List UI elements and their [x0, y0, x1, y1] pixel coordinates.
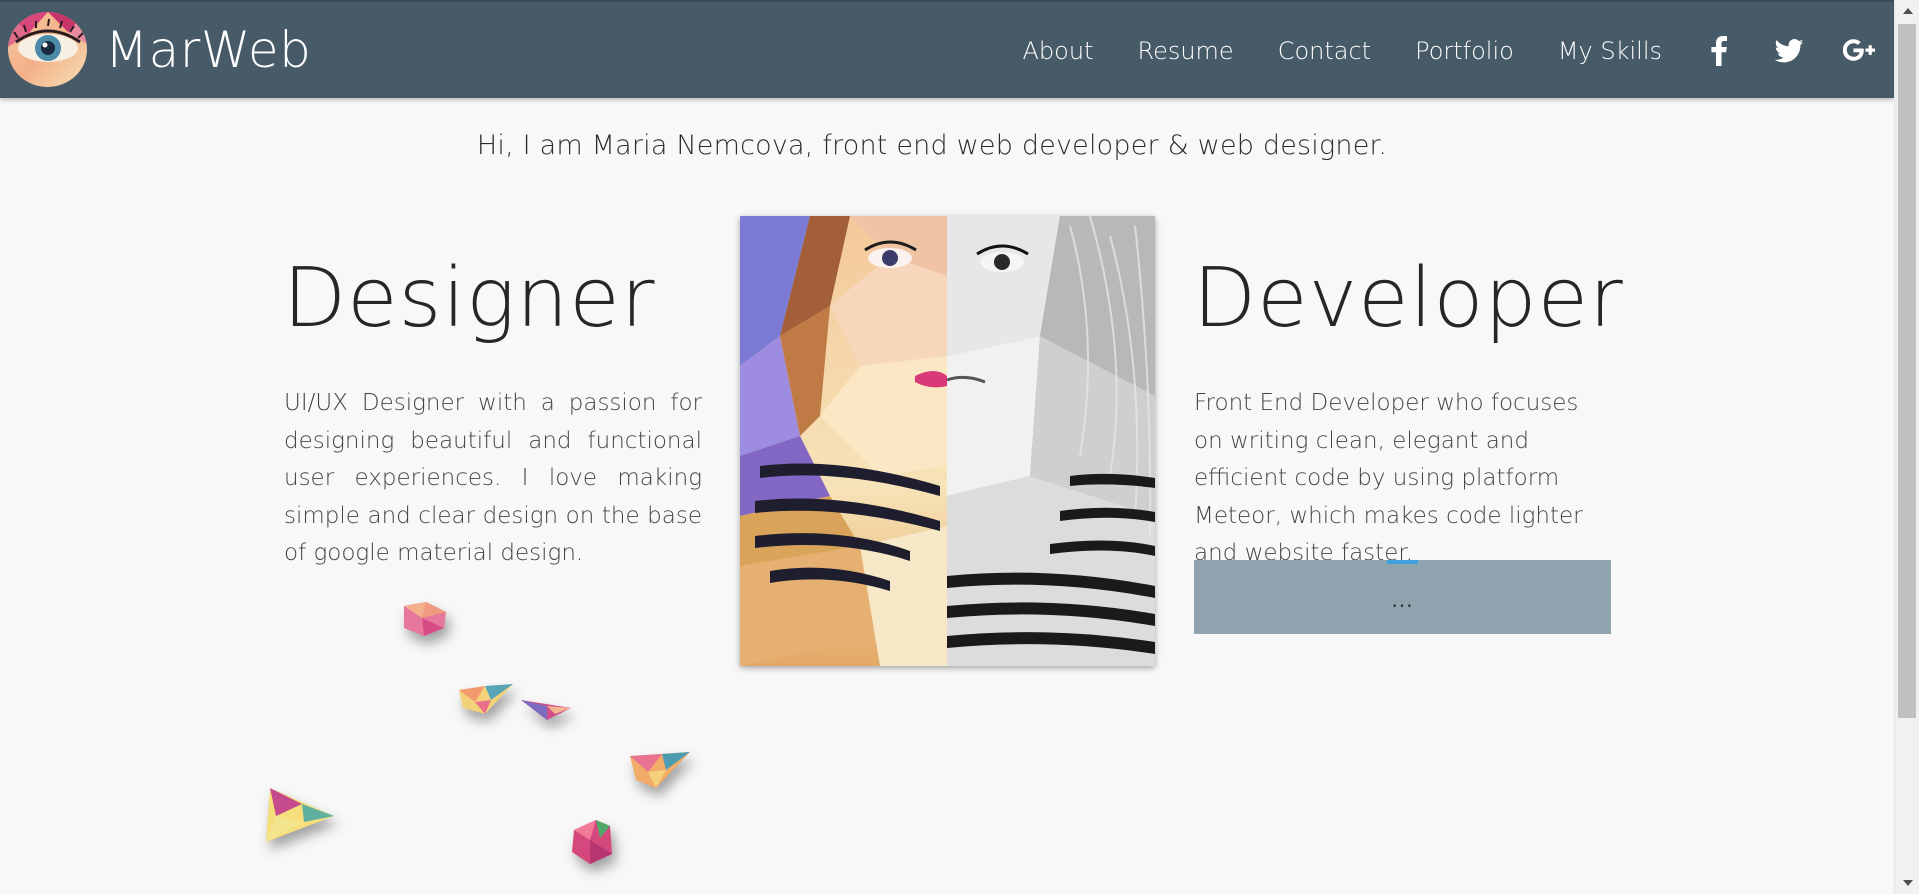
page: MarWeb About Resume Contact Portfolio My…	[0, 0, 1919, 894]
loading-indicator	[1387, 560, 1418, 564]
decorative-shard-5	[262, 786, 338, 848]
scroll-up-arrow-icon[interactable]	[1895, 0, 1919, 22]
decorative-shard-4	[626, 748, 694, 794]
logo[interactable]: MarWeb	[8, 12, 311, 87]
main-nav: About Resume Contact Portfolio My Skills	[1001, 2, 1895, 100]
decorative-shard-6	[568, 816, 618, 868]
brand-name: MarWeb	[105, 20, 312, 79]
designer-heading: Designer	[283, 251, 656, 346]
google-plus-link[interactable]	[1834, 2, 1884, 100]
profile-portrait-image	[740, 216, 1155, 666]
loading-text: ...	[1391, 588, 1414, 612]
nav-portfolio[interactable]: Portfolio	[1415, 37, 1514, 65]
twitter-link[interactable]	[1764, 2, 1814, 100]
decorative-shard-1	[396, 600, 452, 640]
scroll-down-arrow-icon[interactable]	[1895, 872, 1919, 894]
nav-contact[interactable]: Contact	[1278, 37, 1371, 65]
designer-description: UI/UX Designer with a passion for design…	[284, 390, 702, 566]
facebook-link[interactable]	[1694, 2, 1744, 100]
eye-logo-icon	[8, 12, 87, 87]
google-plus-icon	[1843, 39, 1875, 61]
decorative-shard-2	[455, 680, 519, 720]
developer-heading: Developer	[1193, 251, 1624, 346]
twitter-icon	[1774, 39, 1804, 63]
loading-panel[interactable]: ...	[1194, 560, 1611, 634]
nav-my-skills[interactable]: My Skills	[1558, 37, 1662, 65]
intro-text: Hi, I am Maria Nemcova, front end web de…	[476, 130, 1388, 161]
decorative-shard-3	[519, 696, 577, 726]
developer-description: Front End Developer who focuses on writi…	[1194, 390, 1583, 566]
nav-resume[interactable]: Resume	[1137, 37, 1233, 65]
vertical-scrollbar[interactable]	[1894, 0, 1919, 894]
top-navbar: MarWeb About Resume Contact Portfolio My…	[0, 0, 1894, 98]
nav-about[interactable]: About	[1023, 37, 1094, 65]
scrollbar-thumb[interactable]	[1898, 24, 1916, 718]
facebook-icon	[1711, 36, 1727, 66]
